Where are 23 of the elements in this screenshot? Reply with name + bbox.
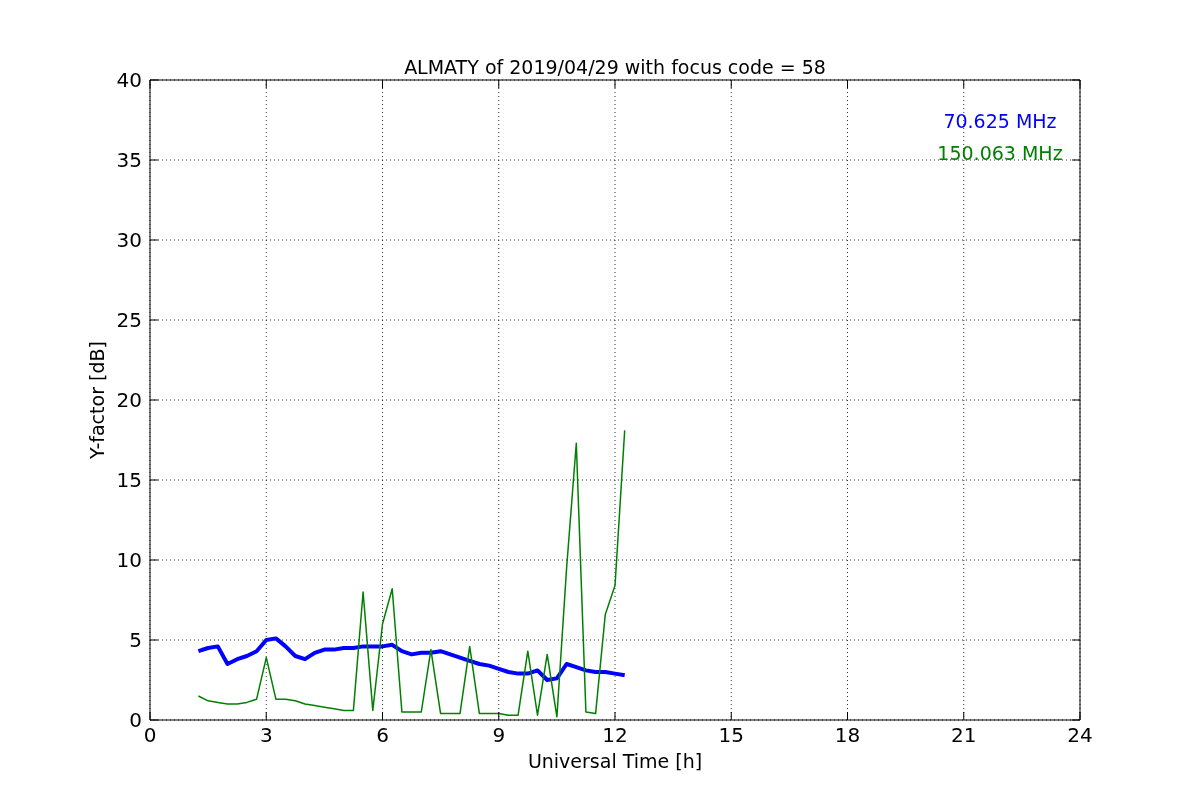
y-tick-label: 25 — [116, 308, 142, 332]
y-tick-label: 40 — [116, 68, 142, 92]
x-tick-label: 21 — [951, 723, 977, 747]
legend-label: 70.625 MHz — [943, 110, 1057, 132]
y-tick-label: 0 — [129, 708, 142, 732]
x-tick-label: 24 — [1067, 723, 1093, 747]
x-tick-label: 3 — [259, 723, 273, 747]
y-axis-label: Y-factor [dB] — [86, 341, 108, 459]
x-tick-label: 0 — [143, 723, 157, 747]
legend-label: 150.063 MHz — [937, 142, 1063, 164]
y-tick-label: 15 — [116, 468, 142, 492]
chart-title: ALMATY of 2019/04/29 with focus code = 58 — [404, 56, 826, 78]
x-tick-label: 18 — [834, 723, 861, 747]
y-tick-label: 30 — [116, 228, 142, 252]
x-tick-label: 9 — [492, 723, 506, 747]
x-tick-label: 15 — [718, 723, 744, 747]
y-tick-label: 5 — [129, 628, 142, 652]
y-tick-label: 20 — [116, 388, 142, 412]
y-tick-label: 35 — [116, 148, 142, 172]
y-tick-label: 10 — [116, 548, 142, 572]
x-axis-label: Universal Time [h] — [527, 750, 703, 772]
x-tick-label: 12 — [602, 723, 628, 747]
x-tick-label: 6 — [376, 723, 389, 747]
